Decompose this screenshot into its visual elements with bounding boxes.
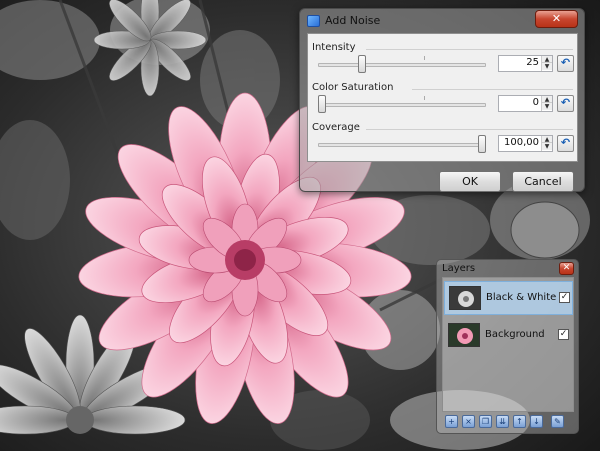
close-icon: ✕ <box>562 263 571 273</box>
layer-name: Background <box>485 329 545 340</box>
coverage-label: Coverage <box>312 122 360 133</box>
intensity-value: 25 <box>526 57 539 68</box>
add-noise-dialog: Add Noise ✕ Intensity 25 ▲ ▼ ↶ Color Sat… <box>299 8 585 192</box>
coverage-spinner[interactable]: ▲ ▼ <box>541 136 552 151</box>
layers-toolbar: + × ❐ ⇊ ↑ ↓ ✎ <box>443 415 573 431</box>
duplicate-layer-icon[interactable]: ❐ <box>479 415 492 428</box>
layers-title: Layers <box>442 263 476 274</box>
ok-button[interactable]: OK <box>439 171 501 192</box>
coverage-slider-thumb[interactable] <box>478 135 486 153</box>
spin-down-icon[interactable]: ▼ <box>542 103 552 110</box>
spin-up-icon[interactable]: ▲ <box>542 56 552 63</box>
reset-icon: ↶ <box>560 56 571 69</box>
slider-tick <box>424 56 425 60</box>
layer-thumbnail <box>449 286 481 310</box>
coverage-input[interactable]: 100,00 ▲ ▼ <box>498 135 553 152</box>
move-up-icon[interactable]: ↑ <box>513 415 526 428</box>
coverage-value: 100,00 <box>504 137 539 148</box>
color-saturation-input[interactable]: 0 ▲ ▼ <box>498 95 553 112</box>
intensity-reset-button[interactable]: ↶ <box>557 55 574 72</box>
layers-panel: Layers ✕ Black & White ✓ Background ✓ + … <box>436 259 579 434</box>
close-icon: ✕ <box>551 12 562 25</box>
slider-tick <box>424 96 425 100</box>
cancel-button[interactable]: Cancel <box>512 171 574 192</box>
intensity-control: Intensity 25 ▲ ▼ ↶ <box>308 42 579 82</box>
reset-icon: ↶ <box>560 96 571 109</box>
intensity-slider-thumb[interactable] <box>358 55 366 73</box>
separator <box>366 129 573 130</box>
dialog-client: Intensity 25 ▲ ▼ ↶ Color Saturation 0 ▲ … <box>307 33 578 162</box>
layers-list: Black & White ✓ Background ✓ <box>442 277 574 412</box>
add-layer-icon[interactable]: + <box>445 415 458 428</box>
separator <box>366 49 573 50</box>
dialog-titlebar[interactable]: Add Noise ✕ <box>300 9 584 33</box>
merge-layer-icon[interactable]: ⇊ <box>496 415 509 428</box>
properties-icon[interactable]: ✎ <box>551 415 564 428</box>
layers-close-button[interactable]: ✕ <box>559 262 574 275</box>
close-button[interactable]: ✕ <box>535 10 578 28</box>
layer-row[interactable]: Black & White ✓ <box>444 281 573 315</box>
spin-up-icon[interactable]: ▲ <box>542 96 552 103</box>
separator <box>412 89 573 90</box>
color-saturation-value: 0 <box>532 97 539 108</box>
spin-down-icon[interactable]: ▼ <box>542 63 552 70</box>
app-icon <box>307 15 320 27</box>
color-saturation-reset-button[interactable]: ↶ <box>557 95 574 112</box>
color-saturation-spinner[interactable]: ▲ ▼ <box>541 96 552 111</box>
spin-up-icon[interactable]: ▲ <box>542 136 552 143</box>
color-saturation-slider-track[interactable] <box>318 103 486 107</box>
dialog-title: Add Noise <box>325 14 381 27</box>
color-saturation-control: Color Saturation 0 ▲ ▼ ↶ <box>308 82 579 122</box>
coverage-reset-button[interactable]: ↶ <box>557 135 574 152</box>
move-down-icon[interactable]: ↓ <box>530 415 543 428</box>
intensity-slider-track[interactable] <box>318 63 486 67</box>
spin-down-icon[interactable]: ▼ <box>542 143 552 150</box>
intensity-label: Intensity <box>312 42 356 53</box>
layer-visibility-checkbox[interactable]: ✓ <box>558 329 569 340</box>
layer-row[interactable]: Background ✓ <box>444 319 573 353</box>
intensity-spinner[interactable]: ▲ ▼ <box>541 56 552 71</box>
layer-name: Black & White <box>486 292 557 303</box>
color-saturation-label: Color Saturation <box>312 82 394 93</box>
layer-visibility-checkbox[interactable]: ✓ <box>559 292 570 303</box>
coverage-slider-track[interactable] <box>318 143 486 147</box>
intensity-input[interactable]: 25 ▲ ▼ <box>498 55 553 72</box>
color-saturation-slider-thumb[interactable] <box>318 95 326 113</box>
coverage-control: Coverage 100,00 ▲ ▼ ↶ <box>308 122 579 162</box>
delete-layer-icon[interactable]: × <box>462 415 475 428</box>
layer-thumbnail <box>448 323 480 347</box>
reset-icon: ↶ <box>560 136 571 149</box>
